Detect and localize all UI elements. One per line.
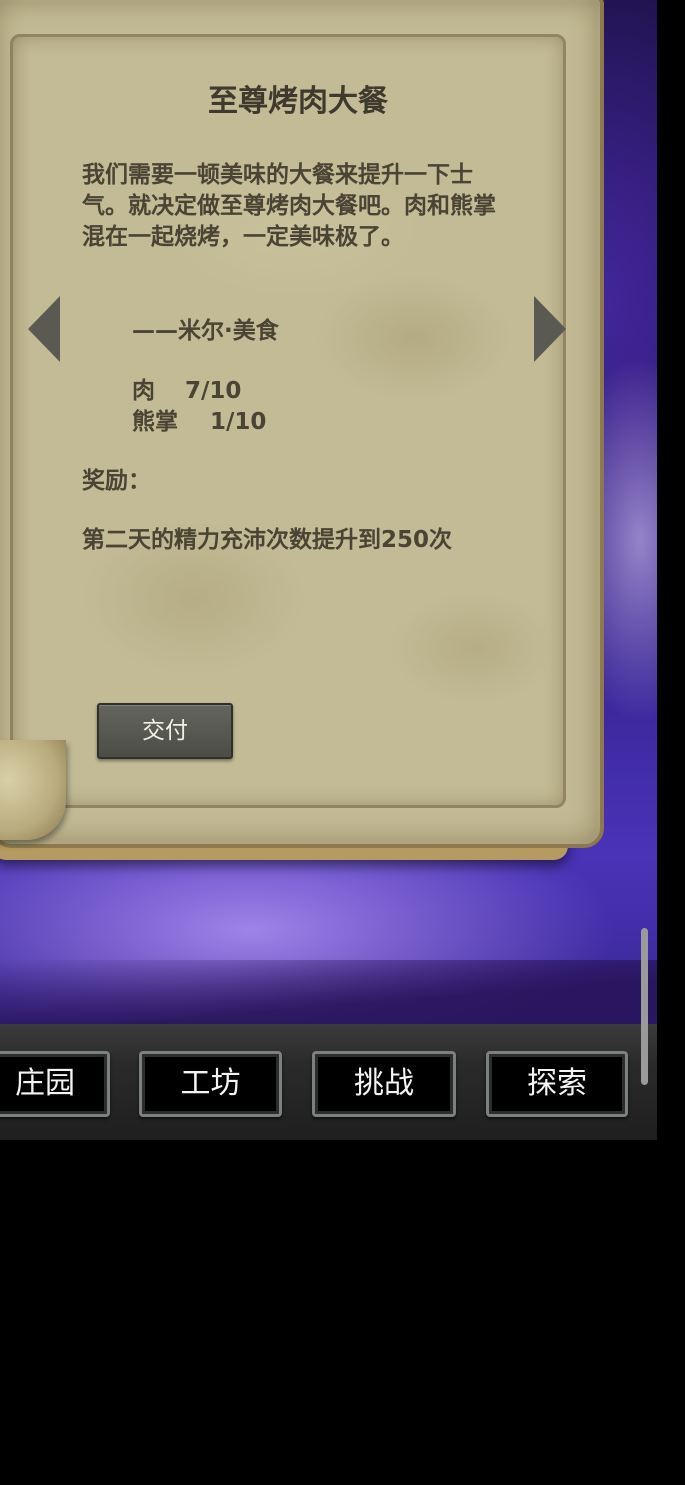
nav-explore-button[interactable]: 探索 bbox=[486, 1051, 628, 1117]
requirement-item: 熊掌 bbox=[132, 409, 178, 435]
previous-quest-arrow-icon[interactable] bbox=[28, 296, 60, 362]
requirement-progress: 1/10 bbox=[210, 409, 267, 435]
requirement-progress: 7/10 bbox=[185, 378, 242, 404]
nav-manor-button[interactable]: 庄园 bbox=[0, 1051, 110, 1117]
parchment-border bbox=[10, 34, 566, 808]
nav-challenge-button[interactable]: 挑战 bbox=[312, 1051, 456, 1117]
requirement-row: 肉 7/10 bbox=[132, 371, 241, 405]
submit-button[interactable]: 交付 bbox=[97, 703, 233, 759]
quest-parchment bbox=[0, 0, 604, 848]
parchment-corner-curl bbox=[0, 740, 66, 840]
next-quest-arrow-icon[interactable] bbox=[534, 296, 566, 362]
game-viewport: 至尊烤肉大餐 我们需要一顿美味的大餐来提升一下士气。就决定做至尊烤肉大餐吧。肉和… bbox=[0, 0, 657, 1140]
scrollbar[interactable] bbox=[641, 928, 648, 1085]
requirement-row: 熊掌 1/10 bbox=[132, 402, 266, 436]
quest-title: 至尊烤肉大餐 bbox=[208, 84, 388, 119]
requirement-item: 肉 bbox=[132, 378, 155, 404]
reward-label: 奖励： bbox=[82, 468, 151, 494]
quest-description: 我们需要一顿美味的大餐来提升一下士气。就决定做至尊烤肉大餐吧。肉和熊掌混在一起烧… bbox=[82, 162, 496, 250]
reward-text: 第二天的精力充沛次数提升到250次 bbox=[82, 527, 453, 553]
quest-signature: ——米尔·美食 bbox=[132, 318, 279, 344]
nav-workshop-button[interactable]: 工坊 bbox=[139, 1051, 282, 1117]
